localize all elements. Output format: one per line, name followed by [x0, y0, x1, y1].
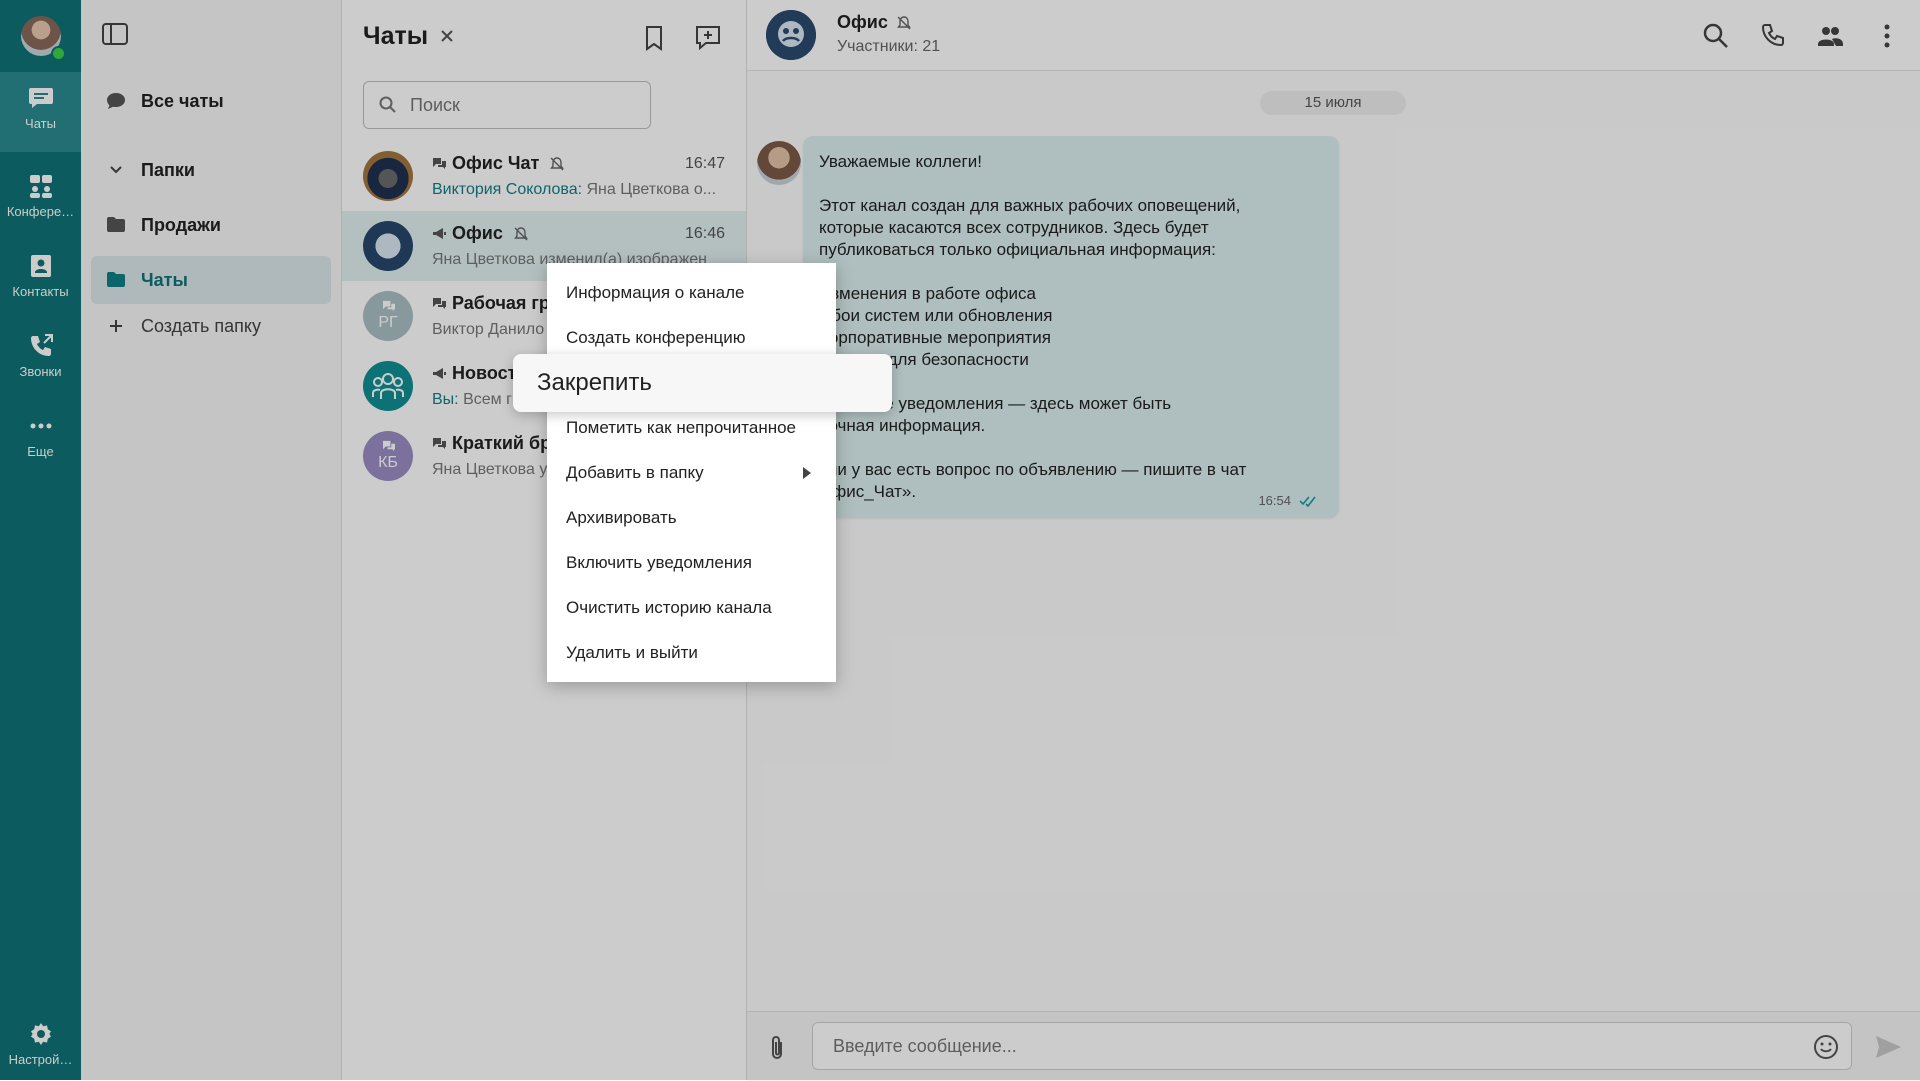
menu-item-add-to-folder[interactable]: Добавить в папку [547, 450, 836, 495]
menu-item-delete-and-leave[interactable]: Удалить и выйти [547, 630, 836, 675]
menu-item-enable-notifications[interactable]: Включить уведомления [547, 540, 836, 585]
submenu-arrow-icon [802, 466, 812, 480]
menu-item-archive[interactable]: Архивировать [547, 495, 836, 540]
modal-overlay[interactable] [0, 0, 1920, 1080]
menu-item-clear-history[interactable]: Очистить историю канала [547, 585, 836, 630]
menu-item-pin-highlighted[interactable]: Закрепить [513, 354, 892, 412]
menu-item-channel-info[interactable]: Информация о канале [547, 270, 836, 315]
menu-item-label: Добавить в папку [566, 462, 704, 482]
context-menu: Информация о канале Создать конференцию … [547, 263, 836, 682]
